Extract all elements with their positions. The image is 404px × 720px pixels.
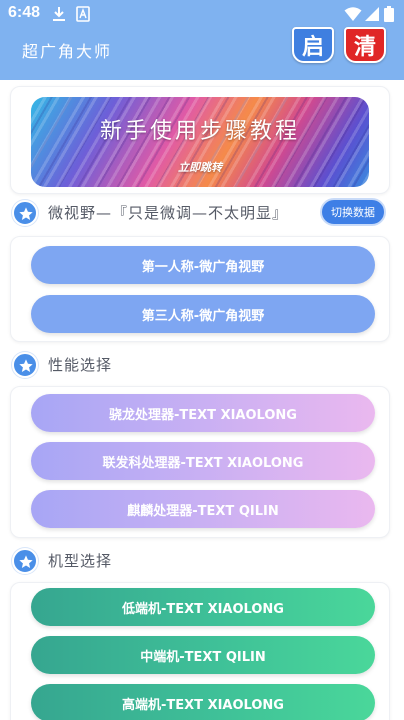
banner-title: 新手使用步骤教程: [99, 119, 300, 144]
option-mediatek[interactable]: 联发科处理器-TEXT XIAOLONG: [31, 442, 375, 480]
star-icon: [12, 200, 38, 226]
star-icon: [12, 352, 38, 378]
switch-data-button[interactable]: 切换数据: [320, 198, 386, 226]
main-content: 新手使用步骤教程 立即跳转 微视野—『只是微调—不太明显』 切换数据 第一人称-…: [0, 80, 404, 720]
status-time: 6:48: [8, 4, 41, 21]
banner-card: 新手使用步骤教程 立即跳转: [10, 86, 390, 194]
model-options-card: 低端机-TEXT XIAOLONG 中端机-TEXT QILIN 高端机-TEX…: [10, 582, 390, 720]
signal-icon: [365, 7, 379, 21]
section-header-performance: 性能选择: [12, 352, 392, 378]
section-header-view: 微视野—『只是微调—不太明显』 切换数据: [12, 198, 392, 226]
option-low-end[interactable]: 低端机-TEXT XIAOLONG: [31, 588, 375, 626]
option-kirin[interactable]: 麒麟处理器-TEXT QILIN: [31, 490, 375, 528]
option-third-person[interactable]: 第三人称-微广角视野: [31, 295, 375, 333]
banner-subtitle: 立即跳转: [178, 161, 222, 174]
performance-options-card: 骁龙处理器-TEXT XIAOLONG 联发科处理器-TEXT XIAOLONG…: [10, 386, 390, 538]
battery-icon: [384, 6, 394, 22]
option-first-person[interactable]: 第一人称-微广角视野: [31, 246, 375, 284]
section-label-view: 微视野—『只是微调—不太明显』: [48, 204, 289, 222]
section-label-model: 机型选择: [48, 552, 113, 570]
option-high-end[interactable]: 高端机-TEXT XIAOLONG: [31, 684, 375, 720]
app-header: 6:48 超广角大师 启 清: [0, 0, 404, 80]
tutorial-banner[interactable]: 新手使用步骤教程 立即跳转: [31, 97, 369, 187]
section-label-performance: 性能选择: [48, 356, 113, 374]
download-icon: [53, 7, 65, 21]
start-badge-button[interactable]: 启: [292, 27, 334, 63]
app-title: 超广角大师: [22, 42, 113, 61]
wifi-icon: [344, 7, 362, 21]
clean-badge-button[interactable]: 清: [344, 27, 386, 63]
view-options-card: 第一人称-微广角视野 第三人称-微广角视野: [10, 236, 390, 342]
section-header-model: 机型选择: [12, 548, 392, 574]
star-icon: [12, 548, 38, 574]
status-bar: 6:48: [0, 0, 404, 28]
option-mid-range[interactable]: 中端机-TEXT QILIN: [31, 636, 375, 674]
font-a-icon: [76, 6, 90, 22]
option-snapdragon[interactable]: 骁龙处理器-TEXT XIAOLONG: [31, 394, 375, 432]
